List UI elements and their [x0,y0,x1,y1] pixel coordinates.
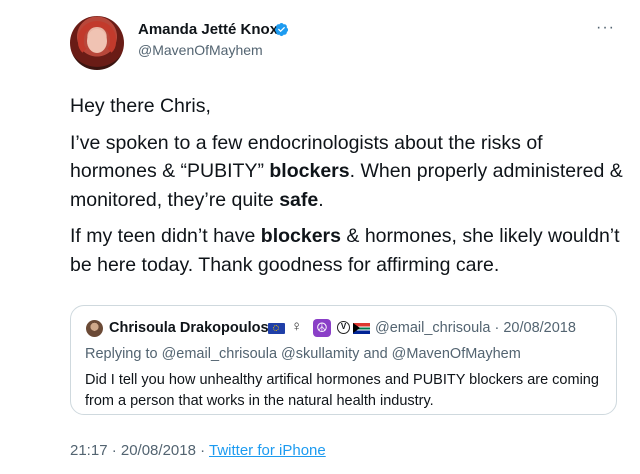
eu-flag-icon [268,323,285,334]
avatar-face [87,29,107,53]
more-options-icon[interactable]: ··· [596,20,615,36]
quoted-reply-context: Replying to @email_chrisoula @skullamity… [85,346,521,362]
quoted-author-name: Chrisoula Drakopoulos [109,320,269,336]
vegan-icon: V [337,321,350,334]
source-link[interactable]: Twitter for iPhone [209,442,326,459]
bold-text: safe [279,188,319,211]
text-span: If my teen didn’t have [70,225,261,247]
quoted-tweet-text: Did I tell you how unhealthy artifical h… [85,372,599,409]
tweet-timestamp: 21:17 · 20/08/2018 · Twitter for iPhone [70,442,326,459]
tweet-card: Amanda Jetté Knox @MavenOfMayhem ··· Hey… [0,0,640,474]
author-handle[interactable]: @MavenOfMayhem [138,42,263,58]
tweet-paragraph-endocrinologists: I’ve spoken to a few endocrinologists ab… [70,129,626,215]
text-span: . [318,188,324,211]
south-africa-flag-icon [353,323,370,334]
quoted-handle-date: @email_chrisoula · 20/08/2018 [375,320,576,336]
tweet-paragraph-teen: If my teen didn’t have blockers & hormon… [70,222,626,279]
author-display-name[interactable]: Amanda Jetté Knox [138,21,278,38]
timestamp-text[interactable]: 21:17 · 20/08/2018 · [70,442,209,459]
tweet-text: Hey there Chris, I’ve spoken to a few en… [70,92,626,279]
bold-text: blockers [260,225,341,247]
quoted-tweet[interactable]: Chrisoula Drakopoulos ♀ ☮ V @email_chris… [70,305,617,415]
verified-badge-icon [274,22,289,37]
bold-text: blockers [269,160,350,182]
female-sign-icon: ♀ [291,318,303,335]
author-avatar[interactable] [70,16,124,70]
quoted-author-avatar [86,320,103,337]
peace-icon: ☮ [313,319,331,337]
tweet-paragraph-greeting: Hey there Chris, [70,95,211,117]
